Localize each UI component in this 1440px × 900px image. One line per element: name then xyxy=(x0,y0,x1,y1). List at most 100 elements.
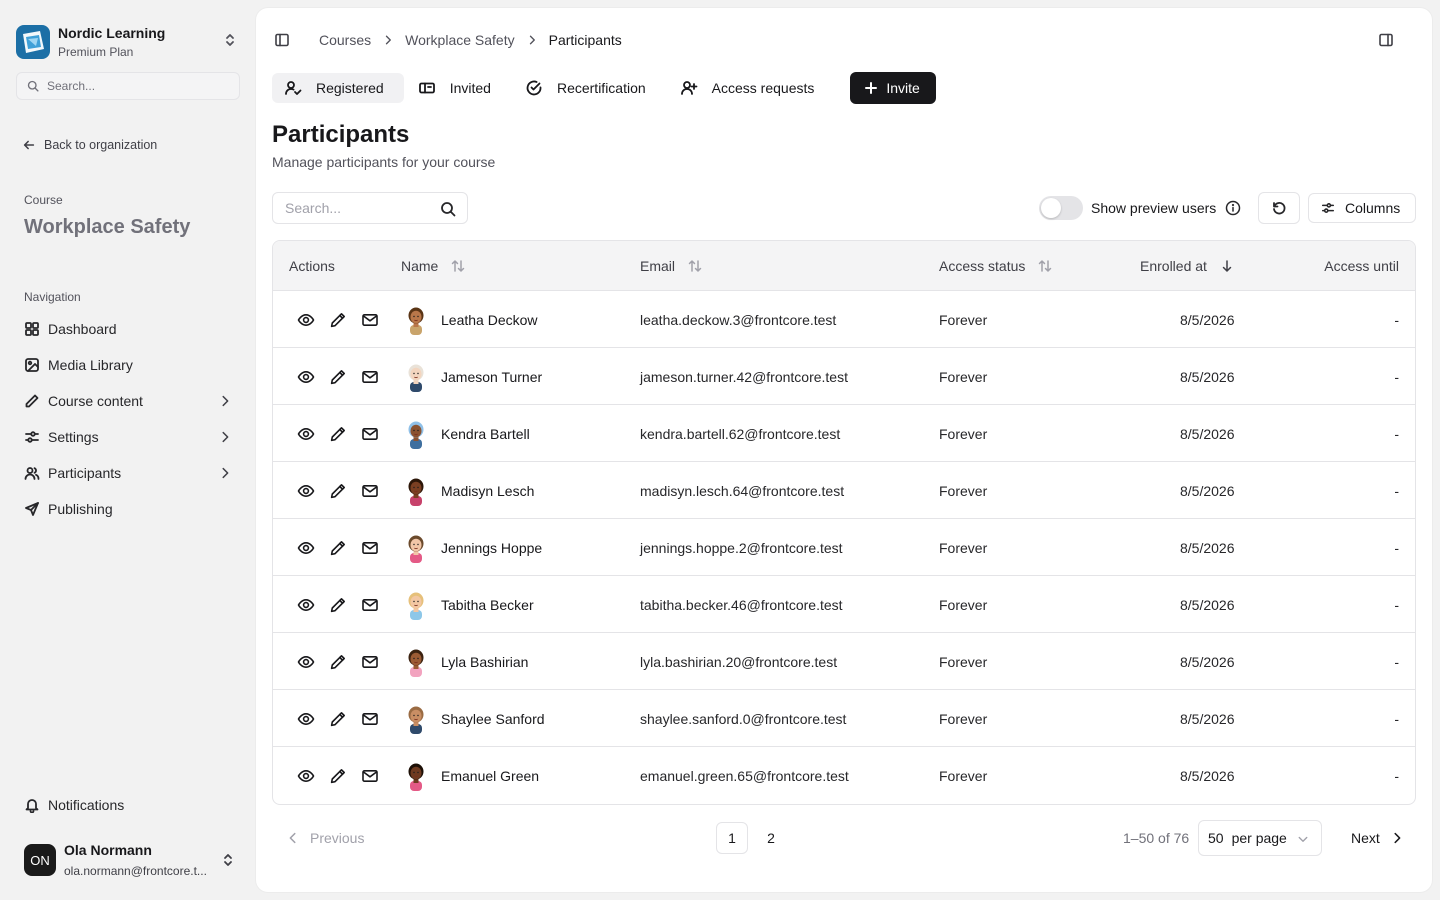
breadcrumb-item-course[interactable]: Workplace Safety xyxy=(405,32,514,48)
page-button-1[interactable]: 1 xyxy=(716,822,748,854)
access-until: - xyxy=(1394,540,1399,556)
plus-icon xyxy=(864,81,878,95)
participant-name[interactable]: Jennings Hoppe xyxy=(441,540,542,556)
header-access-until[interactable]: Access until xyxy=(1324,258,1399,274)
columns-button[interactable]: Columns xyxy=(1308,193,1416,223)
sidebar-item-course-content[interactable]: Course content xyxy=(16,383,240,419)
access-status: Forever xyxy=(939,540,988,556)
edit-icon[interactable] xyxy=(329,368,347,386)
search-icon[interactable] xyxy=(440,201,456,217)
mail-icon[interactable] xyxy=(361,653,379,671)
edit-icon[interactable] xyxy=(329,482,347,500)
participant-name[interactable]: Jameson Turner xyxy=(441,369,542,385)
participant-name[interactable]: Emanuel Green xyxy=(441,768,539,784)
next-page-button[interactable]: Next xyxy=(1351,830,1404,846)
panel-right-icon[interactable] xyxy=(1378,32,1394,48)
mail-icon[interactable] xyxy=(361,596,379,614)
page-button-2[interactable]: 2 xyxy=(755,822,787,854)
org-logo xyxy=(16,25,50,59)
view-icon[interactable] xyxy=(297,482,315,500)
refresh-button[interactable] xyxy=(1258,192,1300,224)
access-until: - xyxy=(1394,768,1399,784)
page-title: Participants xyxy=(272,121,410,148)
view-icon[interactable] xyxy=(297,425,315,443)
participant-name[interactable]: Shaylee Sanford xyxy=(441,711,545,727)
mail-icon[interactable] xyxy=(361,368,379,386)
sidebar-nav: Dashboard Media Library Course content S… xyxy=(16,311,240,527)
invite-button[interactable]: Invite xyxy=(850,72,936,104)
previous-page-button[interactable]: Previous xyxy=(286,830,364,846)
edit-icon[interactable] xyxy=(329,425,347,443)
pencil-icon xyxy=(24,393,40,409)
tab-invited[interactable]: Invited xyxy=(406,73,511,103)
access-status: Forever xyxy=(939,426,988,442)
back-to-organization-link[interactable]: Back to organization xyxy=(22,138,157,152)
edit-icon[interactable] xyxy=(329,311,347,329)
mail-icon[interactable] xyxy=(361,482,379,500)
view-icon[interactable] xyxy=(297,368,315,386)
sidebar-item-dashboard[interactable]: Dashboard xyxy=(16,311,240,347)
participant-name[interactable]: Kendra Bartell xyxy=(441,426,530,442)
sidebar-item-publishing[interactable]: Publishing xyxy=(16,491,240,527)
view-icon[interactable] xyxy=(297,311,315,329)
participant-name[interactable]: Leatha Deckow xyxy=(441,312,538,328)
header-enrolled-at[interactable]: Enrolled at xyxy=(1140,258,1235,274)
avatar: ON xyxy=(24,844,56,876)
mail-icon[interactable] xyxy=(361,767,379,785)
edit-icon[interactable] xyxy=(329,539,347,557)
dashboard-icon xyxy=(24,321,40,337)
chevrons-up-down-icon xyxy=(222,32,238,48)
sidebar-item-label: Settings xyxy=(48,429,99,445)
org-switcher[interactable]: Nordic Learning Premium Plan xyxy=(16,22,240,62)
mail-icon[interactable] xyxy=(361,311,379,329)
notifications-link[interactable]: Notifications xyxy=(24,797,124,813)
participants-table: Actions Name Email Access status Enrolle… xyxy=(272,240,1416,805)
table-row: Emanuel Green emanuel.green.65@frontcore… xyxy=(273,747,1415,804)
tab-label: Access requests xyxy=(711,80,815,96)
view-icon[interactable] xyxy=(297,539,315,557)
participant-search-input[interactable] xyxy=(285,200,435,216)
view-icon[interactable] xyxy=(297,767,315,785)
mail-icon[interactable] xyxy=(361,425,379,443)
sidebar-item-settings[interactable]: Settings xyxy=(16,419,240,455)
tab-recertification[interactable]: Recertification xyxy=(513,73,666,103)
mail-icon[interactable] xyxy=(361,539,379,557)
edit-icon[interactable] xyxy=(329,767,347,785)
participant-name[interactable]: Tabitha Becker xyxy=(441,597,534,613)
sidebar-search-input[interactable]: Search... xyxy=(16,72,240,100)
header-email[interactable]: Email xyxy=(640,258,703,274)
view-icon[interactable] xyxy=(297,710,315,728)
back-link-label: Back to organization xyxy=(44,138,158,152)
access-until: - xyxy=(1394,426,1399,442)
edit-icon[interactable] xyxy=(329,596,347,614)
breadcrumb-item-courses[interactable]: Courses xyxy=(319,32,371,48)
avatar xyxy=(401,704,431,734)
participant-email: lyla.bashirian.20@frontcore.test xyxy=(640,654,838,670)
access-status: Forever xyxy=(939,597,988,613)
user-plus-icon xyxy=(680,79,698,97)
table-row: Kendra Bartell kendra.bartell.62@frontco… xyxy=(273,405,1415,462)
header-access-status[interactable]: Access status xyxy=(939,258,1053,274)
sidebar-toggle-icon[interactable] xyxy=(274,32,290,48)
participant-name[interactable]: Lyla Bashirian xyxy=(441,654,528,670)
edit-icon[interactable] xyxy=(329,710,347,728)
tab-access-requests[interactable]: Access requests xyxy=(668,73,835,103)
participant-email: jennings.hoppe.2@frontcore.test xyxy=(640,540,843,556)
next-label: Next xyxy=(1351,830,1380,846)
access-status: Forever xyxy=(939,483,988,499)
participant-name[interactable]: Madisyn Lesch xyxy=(441,483,534,499)
tab-registered[interactable]: Registered xyxy=(272,73,404,103)
sidebar-item-media-library[interactable]: Media Library xyxy=(16,347,240,383)
edit-icon[interactable] xyxy=(329,653,347,671)
user-menu[interactable]: ON Ola Normann ola.normann@frontcore.t..… xyxy=(24,840,240,880)
per-page-select[interactable]: 50 per page xyxy=(1198,820,1322,856)
participant-email: leatha.deckow.3@frontcore.test xyxy=(640,312,837,328)
view-icon[interactable] xyxy=(297,596,315,614)
settings-sliders-icon xyxy=(1321,201,1335,215)
sidebar-item-participants[interactable]: Participants xyxy=(16,455,240,491)
header-name[interactable]: Name xyxy=(401,258,466,274)
mail-icon[interactable] xyxy=(361,710,379,728)
preview-users-toggle[interactable] xyxy=(1039,196,1083,220)
view-icon[interactable] xyxy=(297,653,315,671)
info-icon[interactable] xyxy=(1225,200,1241,216)
